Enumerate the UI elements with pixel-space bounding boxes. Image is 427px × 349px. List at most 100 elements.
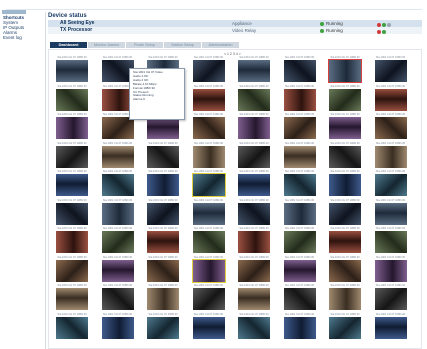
video-thumbnail[interactable] bbox=[101, 202, 134, 225]
video-thumbnail[interactable] bbox=[283, 202, 316, 225]
video-thumbnail[interactable] bbox=[147, 117, 179, 139]
video-tile[interactable]: Sta 1001 CH 07 1080i 30 bbox=[147, 170, 179, 196]
tab-station-setup[interactable]: Station Setup bbox=[164, 42, 201, 48]
video-tile[interactable]: Sta 1001 CH 07 1080i 30 bbox=[283, 199, 316, 225]
video-thumbnail[interactable] bbox=[56, 117, 88, 139]
video-thumbnail[interactable] bbox=[328, 59, 362, 83]
device-row[interactable]: All Seeing Eye Appliance Running bbox=[48, 20, 422, 27]
video-thumbnail[interactable] bbox=[283, 259, 316, 282]
video-tile[interactable]: Sta 1001 CH 07 1080i 30 bbox=[56, 85, 88, 111]
video-thumbnail[interactable] bbox=[374, 288, 407, 310]
video-thumbnail[interactable] bbox=[147, 145, 179, 168]
video-tile[interactable]: Sta 1001 CH 07 1080i 30 bbox=[329, 284, 361, 310]
video-thumbnail[interactable] bbox=[374, 316, 407, 339]
video-tile[interactable]: Sta 1001 CH 07 1080i 30 bbox=[374, 113, 407, 139]
stop-icon[interactable] bbox=[377, 22, 381, 27]
video-thumbnail[interactable] bbox=[283, 174, 316, 196]
video-thumbnail[interactable] bbox=[192, 117, 225, 139]
video-thumbnail[interactable] bbox=[283, 88, 316, 111]
start-icon[interactable] bbox=[382, 29, 386, 34]
video-tile[interactable]: Sta 1001 CH 07 1080i 30 bbox=[56, 56, 88, 82]
video-thumbnail[interactable] bbox=[329, 259, 361, 282]
video-thumbnail[interactable] bbox=[374, 145, 407, 168]
video-tile[interactable]: Sta 1001 CH 07 1080i 30 bbox=[374, 85, 407, 111]
video-tile[interactable]: Sta 1001 CH 07 1080i 30 bbox=[374, 142, 407, 168]
video-tile[interactable]: Sta 1001 CH 07 1080i 30 bbox=[101, 313, 134, 339]
video-tile[interactable]: Sta 1001 CH 07 1080i 30 bbox=[192, 113, 225, 139]
video-thumbnail[interactable] bbox=[101, 288, 134, 310]
video-tile[interactable]: Sta 1001 CH 07 1080i 30 bbox=[238, 113, 270, 139]
video-tile[interactable]: Sta 1001 CH 07 1080i 30 bbox=[192, 56, 225, 82]
video-tile[interactable]: Sta 1001 CH 07 1080i 30 bbox=[238, 256, 270, 282]
video-thumbnail[interactable] bbox=[147, 316, 179, 339]
video-tile[interactable]: Sta 1001 CH 07 1080i 30 bbox=[329, 170, 361, 196]
video-tile[interactable]: Sta 1001 CH 07 1080i 30 bbox=[329, 113, 361, 139]
video-thumbnail[interactable] bbox=[283, 60, 316, 82]
video-tile[interactable]: Sta 1001 CH 07 1080i 30 bbox=[147, 227, 179, 253]
video-tile[interactable]: Sta 1001 CH 07 1080i 30 bbox=[283, 227, 316, 253]
video-tile[interactable]: Sta 1001 CH 07 1080i 30 bbox=[192, 142, 225, 168]
video-thumbnail[interactable] bbox=[329, 231, 361, 253]
device-row[interactable]: TX Processor Video Relay Running bbox=[48, 27, 422, 34]
video-tile[interactable]: Sta 1001 CH 07 1080i 30 bbox=[283, 56, 316, 82]
video-thumbnail[interactable] bbox=[101, 231, 134, 253]
video-thumbnail[interactable] bbox=[283, 117, 316, 139]
video-tile[interactable]: Sta 1001 CH 07 1080i 30 bbox=[147, 313, 179, 339]
video-tile[interactable]: Sta 1001 CH 07 1080i 30 bbox=[283, 170, 316, 196]
video-thumbnail[interactable] bbox=[192, 231, 225, 253]
video-tile[interactable]: Sta 1001 CH 07 1080i 30 bbox=[56, 113, 88, 139]
video-thumbnail[interactable] bbox=[56, 174, 88, 196]
video-tile[interactable]: Sta 1001 CH 07 1080i 30 bbox=[283, 113, 316, 139]
video-tile[interactable]: Sta 1001 CH 07 1080i 30 bbox=[101, 227, 134, 253]
video-tile[interactable]: Sta 1001 CH 07 1080i 30 bbox=[147, 256, 179, 282]
video-tile[interactable]: Sta 1001 CH 07 1080i 30 bbox=[56, 170, 88, 196]
video-thumbnail[interactable] bbox=[56, 202, 88, 225]
video-tile[interactable]: Sta 1001 CH 07 1080i 30 bbox=[283, 142, 316, 168]
video-thumbnail[interactable] bbox=[147, 259, 179, 282]
video-thumbnail[interactable] bbox=[329, 174, 361, 196]
video-thumbnail[interactable] bbox=[374, 60, 407, 82]
video-thumbnail[interactable] bbox=[238, 288, 270, 310]
start-icon[interactable] bbox=[382, 22, 386, 27]
video-tile[interactable]: Sta 1001 CH 07 1080i 30 bbox=[238, 199, 270, 225]
video-thumbnail[interactable] bbox=[192, 288, 225, 310]
video-tile[interactable]: Sta 1001 CH 07 1080i 30 bbox=[147, 142, 179, 168]
video-thumbnail[interactable] bbox=[283, 288, 316, 310]
video-thumbnail[interactable] bbox=[329, 88, 361, 111]
device-name[interactable]: TX Processor bbox=[60, 27, 92, 34]
video-tile[interactable]: Sta 1001 CH 07 1080i 30 bbox=[56, 256, 88, 282]
video-thumbnail[interactable] bbox=[56, 60, 88, 82]
video-thumbnail[interactable] bbox=[192, 316, 225, 339]
video-tile[interactable]: Sta 1001 CH 07 1080i 30 bbox=[283, 256, 316, 282]
video-thumbnail[interactable] bbox=[238, 60, 270, 82]
video-tile[interactable]: Sta 1001 CH 07 1080i 30 bbox=[191, 170, 226, 197]
video-tile[interactable]: Sta 1001 CH 07 1080i 30 bbox=[56, 313, 88, 339]
video-thumbnail[interactable] bbox=[101, 145, 134, 168]
video-tile[interactable]: Sta 1001 CH 07 1080i 30 bbox=[191, 256, 226, 283]
video-tile[interactable]: Sta 1001 CH 07 1080i 30 bbox=[328, 56, 362, 83]
video-tile[interactable]: Sta 1001 CH 07 1080i 30 bbox=[192, 284, 225, 310]
video-thumbnail[interactable] bbox=[147, 231, 179, 253]
video-tile[interactable]: Sta 1001 CH 07 1080i 30 bbox=[192, 227, 225, 253]
video-thumbnail[interactable] bbox=[191, 258, 226, 283]
video-thumbnail[interactable] bbox=[238, 202, 270, 225]
video-tile[interactable]: Sta 1001 CH 07 1080i 30 bbox=[374, 199, 407, 225]
video-tile[interactable]: Sta 1001 CH 07 1080i 30 bbox=[238, 227, 270, 253]
stop-icon[interactable] bbox=[377, 29, 381, 34]
video-tile[interactable]: Sta 1001 CH 07 1080i 30 bbox=[329, 142, 361, 168]
video-thumbnail[interactable] bbox=[147, 174, 179, 196]
video-thumbnail[interactable] bbox=[56, 288, 88, 310]
video-thumbnail[interactable] bbox=[238, 231, 270, 253]
video-tile[interactable]: Sta 1001 CH 07 1080i 30 bbox=[56, 142, 88, 168]
video-thumbnail[interactable] bbox=[283, 145, 316, 168]
sidebar-item-event-log[interactable]: Event log bbox=[3, 35, 43, 40]
video-tile[interactable]: Sta 1001 CH 07 1080i 30 bbox=[101, 256, 134, 282]
video-thumbnail[interactable] bbox=[238, 117, 270, 139]
video-tile[interactable]: Sta 1001 CH 07 1080i 30 bbox=[101, 199, 134, 225]
device-name[interactable]: All Seeing Eye bbox=[60, 20, 94, 27]
video-tile[interactable]: Sta 1001 CH 07 1080i 30 bbox=[329, 313, 361, 339]
video-thumbnail[interactable] bbox=[374, 88, 407, 111]
video-tile[interactable]: Sta 1001 CH 07 1080i 30 bbox=[238, 56, 270, 82]
video-thumbnail[interactable] bbox=[147, 288, 179, 310]
video-tile[interactable]: Sta 1001 CH 07 1080i 30 bbox=[283, 313, 316, 339]
